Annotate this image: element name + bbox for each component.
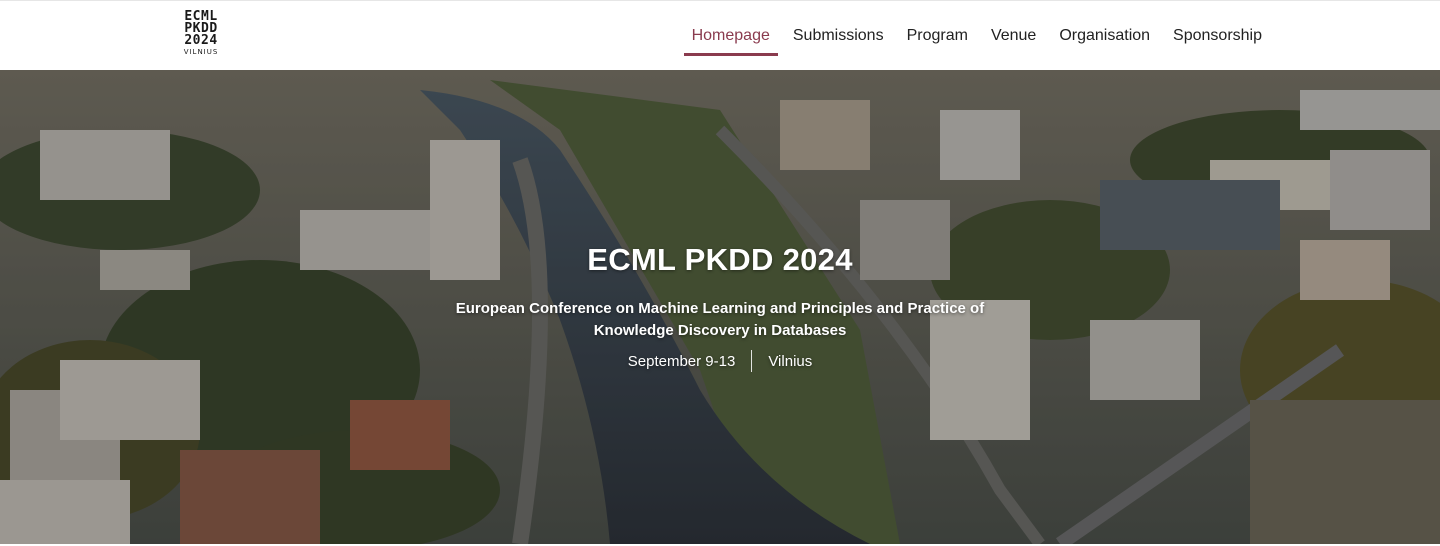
nav-item-program[interactable]: Program <box>899 1 976 71</box>
hero-title: ECML PKDD 2024 <box>587 242 853 277</box>
nav-item-homepage[interactable]: Homepage <box>683 1 779 71</box>
nav-item-organisation[interactable]: Organisation <box>1051 1 1158 71</box>
hero-location: Vilnius <box>768 352 813 370</box>
nav-item-submissions[interactable]: Submissions <box>785 1 892 71</box>
nav-item-sponsorship[interactable]: Sponsorship <box>1165 1 1270 71</box>
hero-dates: September 9-13 <box>627 352 736 370</box>
main-nav: Homepage Submissions Program Venue Organ… <box>677 1 1270 71</box>
site-header: ECML PKDD 2024 VILNIUS Homepage Submissi… <box>0 0 1440 70</box>
nav-item-venue[interactable]: Venue <box>983 1 1044 71</box>
logo-line-3: 2024 <box>184 33 218 48</box>
hero-banner: ECML PKDD 2024 European Conference on Ma… <box>0 70 1440 544</box>
logo-line-4: VILNIUS <box>183 48 219 56</box>
hero-subtitle: European Conference on Machine Learning … <box>455 300 985 339</box>
hero-meta-divider <box>751 350 753 372</box>
hero-meta: September 9-13 Vilnius <box>0 350 1440 372</box>
ecml-pkdd-logo[interactable]: ECML PKDD 2024 VILNIUS <box>176 10 226 59</box>
page: ECML PKDD 2024 VILNIUS Homepage Submissi… <box>0 0 1440 546</box>
